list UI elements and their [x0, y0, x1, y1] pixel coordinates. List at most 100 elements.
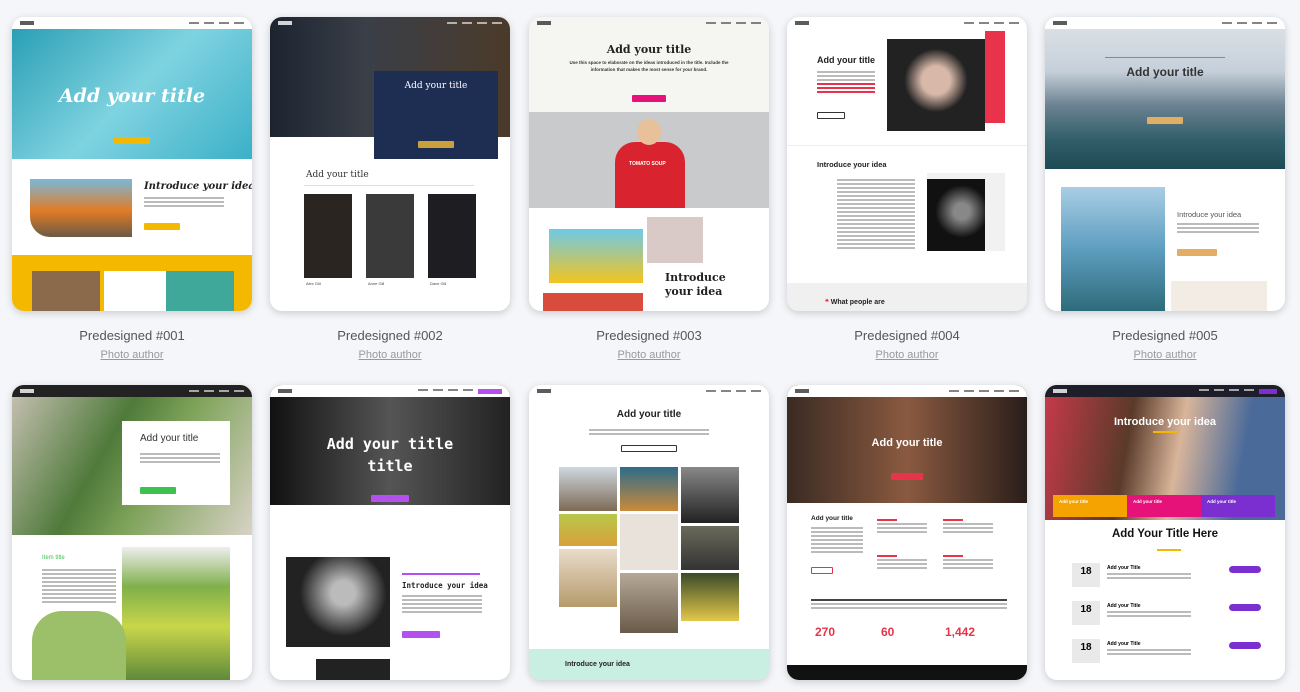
event-button[interactable]: [1229, 642, 1261, 649]
image: [620, 514, 678, 570]
hero-title-line2: title: [367, 457, 413, 475]
text-lines: [42, 569, 116, 605]
event-row: 18 Add your Title: [1067, 563, 1267, 593]
shirt-text: TOMATO SOUP: [629, 161, 666, 167]
text-box: [104, 271, 166, 311]
tile-title: Add your title: [1133, 499, 1162, 504]
section-title: Introduce your idea: [144, 181, 252, 192]
hero-button: [371, 495, 409, 502]
caption-003: Predesigned #003 Photo author: [529, 328, 769, 361]
template-card-008[interactable]: Add your title Introduce your idea: [529, 385, 769, 680]
hero-subtitle: Use this space to elaborate on the ideas…: [569, 60, 729, 72]
section-title: Introduce your idea: [817, 160, 887, 169]
image: [559, 549, 617, 607]
photo-author-link[interactable]: Photo author: [787, 349, 1027, 361]
event-row: 18 Add your Title: [1067, 639, 1267, 669]
image: [927, 179, 985, 251]
event-button[interactable]: [1229, 566, 1261, 573]
section-title: Introduce your idea: [402, 581, 488, 590]
image: [620, 573, 678, 633]
image: [681, 573, 739, 621]
template-card-001[interactable]: Add your title Introduce your idea: [12, 17, 252, 311]
stat-value: 270: [815, 625, 836, 639]
template-name: Predesigned #003: [596, 328, 702, 343]
quote-box: [1171, 281, 1267, 311]
event-button[interactable]: [1229, 604, 1261, 611]
accent-line: [1157, 549, 1181, 551]
section-title: Introduce your idea: [665, 271, 726, 299]
template-name: Predesigned #002: [337, 328, 443, 343]
person-name: Alex Gill: [306, 281, 321, 286]
section-title: Add Your Title Here: [1111, 528, 1219, 540]
portrait: [428, 194, 476, 278]
footer-bg: [787, 283, 1027, 311]
feature-lines: [877, 519, 927, 535]
text-lines: [811, 599, 1007, 611]
text-lines: [1107, 649, 1191, 657]
accent-rect: [985, 31, 1005, 123]
template-card-002[interactable]: Add your title Add your title Alex Gill …: [270, 17, 510, 311]
feature-lines: [877, 555, 927, 571]
template-card-003[interactable]: Add your title Use this space to elabora…: [529, 17, 769, 311]
text-lines: [817, 71, 875, 95]
person-sweater: [615, 142, 685, 208]
section-title: Introduce your idea: [1177, 210, 1242, 219]
template-name: Predesigned #005: [1112, 328, 1218, 343]
event-title: Add your Title: [1107, 565, 1141, 571]
event-date: 18: [1072, 639, 1100, 663]
template-card-004[interactable]: Add your title Introduce your idea ❝ Wha…: [787, 17, 1027, 311]
section-button: [1177, 249, 1217, 256]
footer-title: ❝ What people are: [825, 298, 885, 306]
hero-button: [114, 137, 150, 144]
stat-value: 60: [881, 625, 895, 639]
portrait: [887, 39, 985, 131]
template-card-006[interactable]: Add your title Item title: [12, 385, 252, 680]
hero-title: Add your title: [58, 85, 206, 107]
image: [647, 217, 703, 263]
thumbnail-nav: [1045, 385, 1285, 397]
tile: Add your title: [1201, 495, 1275, 517]
divider: [1105, 57, 1225, 58]
event-row: 18 Add your Title: [1067, 601, 1267, 631]
caption-005: Predesigned #005 Photo author: [1045, 328, 1285, 361]
person-head: [637, 119, 661, 145]
section-title: Add your title: [811, 515, 853, 522]
accent-line: [1153, 431, 1177, 433]
hero-title: Add your title: [326, 435, 454, 453]
hero-title: Add your title: [871, 437, 943, 449]
image: [549, 229, 643, 283]
photo-author-link[interactable]: Photo author: [270, 349, 510, 361]
hero-button: [140, 487, 176, 494]
divider: [304, 185, 474, 186]
hero-button: [621, 445, 677, 452]
caption-002: Predesigned #002 Photo author: [270, 328, 510, 361]
image: [559, 514, 617, 546]
template-card-007[interactable]: Add your title title Introduce your idea: [270, 385, 510, 680]
text-lines: [589, 429, 709, 437]
image: [286, 557, 390, 647]
portrait: [366, 194, 414, 278]
image: [543, 293, 643, 311]
template-card-010[interactable]: Introduce your idea Add your title Add y…: [1045, 385, 1285, 680]
image: [681, 467, 739, 523]
text-lines: [1177, 223, 1259, 235]
event-title: Add your Title: [1107, 641, 1141, 647]
text-lines: [1107, 611, 1191, 619]
image: [620, 467, 678, 511]
hero-button: [418, 141, 454, 148]
hero-button: [817, 112, 845, 119]
hero-title: Add your title: [140, 433, 199, 444]
photo-author-link[interactable]: Photo author: [12, 349, 252, 361]
photo-author-link[interactable]: Photo author: [1045, 349, 1285, 361]
photo-author-link[interactable]: Photo author: [529, 349, 769, 361]
section-button: [144, 223, 180, 230]
section-title: Add your title: [306, 170, 369, 180]
hero-button: [891, 473, 923, 480]
template-card-005[interactable]: Add your title Introduce your idea: [1045, 17, 1285, 311]
image: [316, 659, 390, 680]
hero-title: Add your title: [1126, 65, 1204, 79]
caption-001: Predesigned #001 Photo author: [12, 328, 252, 361]
person-name: Dave Gill: [430, 281, 447, 286]
template-card-009[interactable]: Add your title Add your title 270 60 1,4…: [787, 385, 1027, 680]
person-name: Anne Gill: [368, 281, 385, 286]
